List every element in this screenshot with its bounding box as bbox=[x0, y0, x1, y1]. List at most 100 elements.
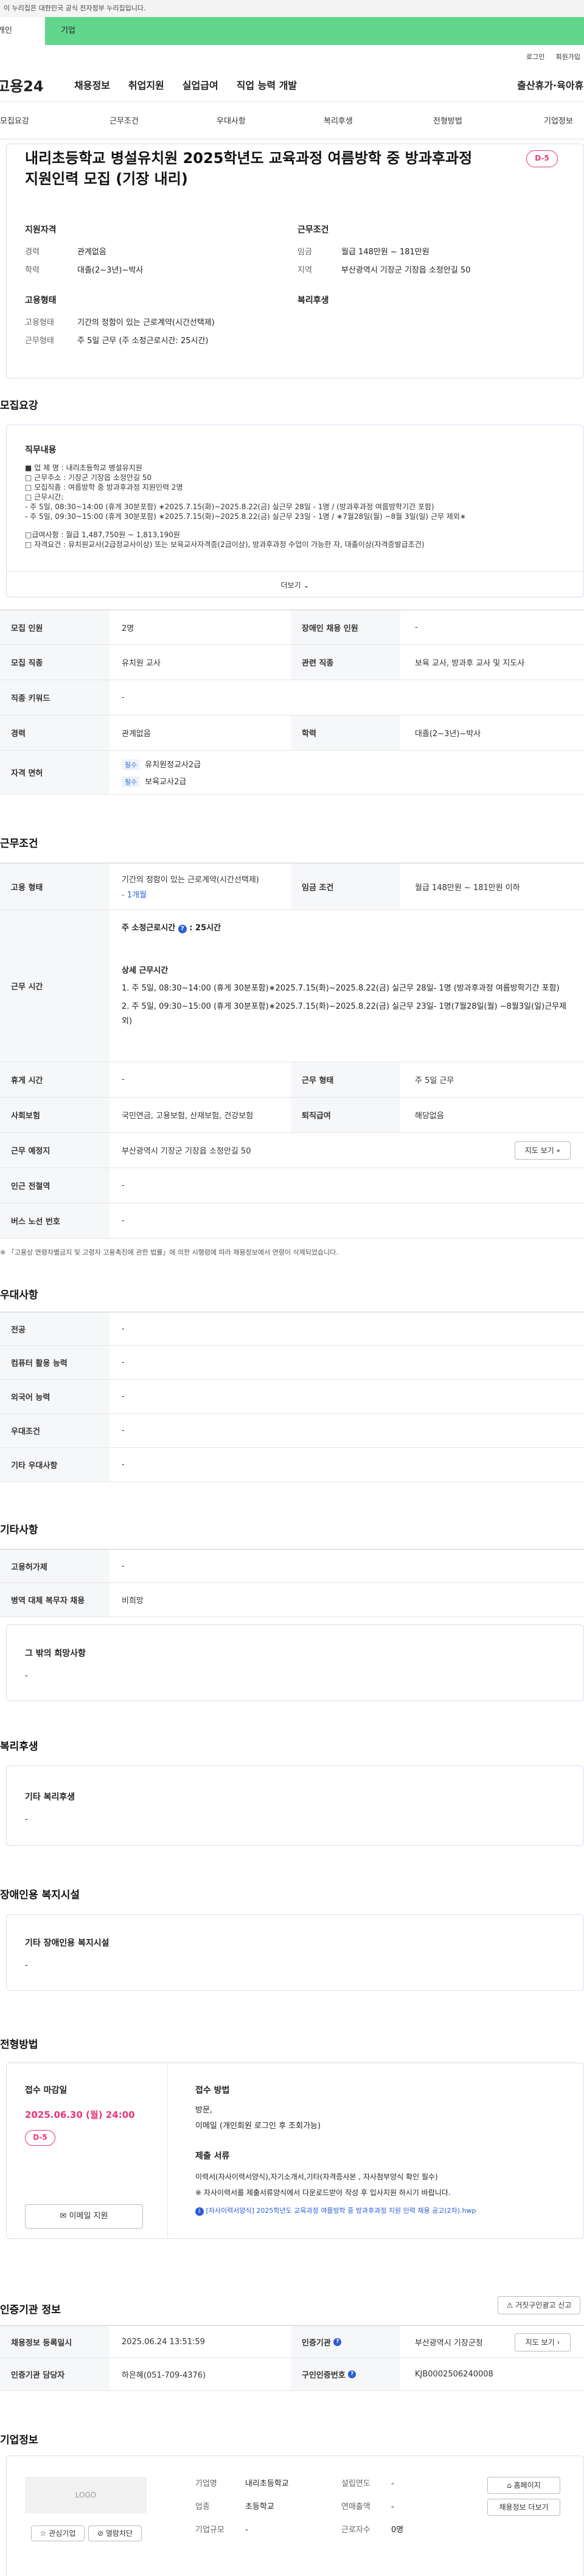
favorite-company-button[interactable]: ☆ 관심기업 bbox=[31, 2526, 85, 2541]
nav-jobs[interactable]: 채용정보 bbox=[74, 77, 110, 92]
recruit-row: 경력 관계없음 학력 대졸(2~3년)~박사 bbox=[0, 715, 584, 751]
homepage-button[interactable]: ⌂ 홈페이지 bbox=[487, 2477, 560, 2494]
docs-file-link[interactable]: ⇩ [자사이력서양식] 2025학년도 교육과정 여름방학 중 방과후과정 지원… bbox=[195, 2205, 476, 2216]
wage-row: 임금 월급 148만원 ~ 181만원 bbox=[297, 245, 429, 257]
section-nav: 모집요강 근무조건 우대사항 복리후생 전형방법 기업정보 bbox=[0, 102, 584, 139]
recruit-row: 직종 키워드 - bbox=[0, 680, 584, 715]
recruit-row: 모집 직종 유치원 교사 관련 직종 보육 교사, 방과후 교사 및 지도사 bbox=[0, 645, 584, 680]
cert-no-label: 구인인증번호 ? bbox=[291, 2358, 400, 2390]
prefer-section-title: 우대사항 bbox=[0, 1289, 38, 1301]
nav-employment-support[interactable]: 취업지원 bbox=[128, 77, 164, 92]
home-icon: ⌂ bbox=[507, 2481, 512, 2490]
nav-vocational-training[interactable]: 직업 능력 개발 bbox=[237, 77, 297, 92]
agency-map-button[interactable]: 지도 보기 › bbox=[515, 2333, 571, 2351]
established-value: - bbox=[391, 2479, 394, 2488]
docs-value: 이력서(자사이력서양식),자기소개서,기타(자격증사본 , 자사첨부양식 확인 … bbox=[195, 2173, 438, 2181]
agency-map-label: 지도 보기 bbox=[525, 2338, 555, 2347]
snav-process[interactable]: 전형방법 bbox=[433, 114, 462, 126]
tab-individual[interactable]: 개인 bbox=[0, 17, 45, 45]
sales-label: 연매출액 bbox=[341, 2502, 370, 2512]
license-item: 필수 유치원정교사2급 bbox=[122, 758, 201, 770]
welfare-title: 복리후생 bbox=[297, 296, 329, 305]
nav-unemployment-benefit[interactable]: 실업급여 bbox=[182, 77, 218, 92]
company-section-title: 기업정보 bbox=[0, 2434, 38, 2446]
region-label: 지역 bbox=[297, 266, 312, 275]
snav-company[interactable]: 기업정보 bbox=[544, 114, 573, 126]
work-hours-label: 근무형태 bbox=[25, 336, 54, 346]
education-value: 대졸(2~3년)~박사 bbox=[77, 266, 144, 275]
detail-line: 1. 주 5일, 08:30~14:00 (휴게 30분포함)∗2025.7.1… bbox=[122, 984, 560, 993]
employees-value: 0명 bbox=[391, 2526, 404, 2535]
agency-section-title: 인증기관 정보 bbox=[0, 2304, 61, 2316]
block-view-button[interactable]: ⊘ 열람차단 bbox=[88, 2526, 142, 2541]
cert-no-value: KJB0002506240008 bbox=[415, 2370, 493, 2379]
disability-box-title: 기타 장애인용 복지시설 bbox=[25, 1938, 109, 1948]
utility-bar: 로그인 회원가입 bbox=[0, 45, 584, 68]
welfare-box: 기타 복리후생 - bbox=[6, 1766, 584, 1846]
emp-label: 고용 형태 bbox=[0, 863, 109, 910]
row-label: 장애인 채용 인원 bbox=[291, 610, 400, 644]
work-row: 인근 전철역 - bbox=[0, 1168, 584, 1203]
form-label: 근무 형태 bbox=[291, 1062, 400, 1097]
join-link[interactable]: 회원가입 bbox=[556, 52, 580, 61]
form-value: 주 5일 근무 bbox=[415, 1076, 454, 1085]
license-row: 자격 면허 필수 유치원정교사2급 필수 보육교사2급 bbox=[0, 751, 584, 795]
etc-value: - bbox=[122, 1561, 125, 1571]
snav-recruit[interactable]: 모집요강 bbox=[0, 114, 29, 126]
row-value: - bbox=[122, 693, 125, 702]
prefer-value: - bbox=[122, 1460, 125, 1469]
wage-value: 월급 148만원 ~ 181만원 bbox=[341, 248, 429, 257]
info-icon[interactable]: ? bbox=[333, 2338, 342, 2346]
nav-maternity-leave[interactable]: 출산휴가·육아휴직 bbox=[517, 77, 584, 92]
work-row: 근무 예정지 부산광역시 기장군 기장읍 소정안길 50 지도 보기 ⌖ bbox=[0, 1133, 584, 1168]
other-wish-value: - bbox=[25, 1671, 28, 1680]
homepage-label: 홈페이지 bbox=[513, 2481, 541, 2490]
docs-file-name: [자사이력서양식] 2025학년도 교육과정 여름방학 중 방과후과정 지원 인… bbox=[206, 2207, 476, 2215]
row-label: 직종 키워드 bbox=[0, 680, 109, 715]
welfare-box-title: 기타 복리후생 bbox=[25, 1792, 75, 1802]
work-row: 고용 형태 기간의 정함이 있는 근로계약(시간선택제) - 1개월 임금 조건 … bbox=[0, 863, 584, 910]
false-ad-report-button[interactable]: ⚠ 거짓구인광고 신고 bbox=[498, 2296, 580, 2314]
tab-company[interactable]: 기업 bbox=[45, 17, 584, 45]
snav-prefer[interactable]: 우대사항 bbox=[217, 114, 246, 126]
login-link[interactable]: 로그인 bbox=[526, 52, 544, 61]
more-jobs-button[interactable]: 채용정보 더보기 bbox=[487, 2499, 560, 2516]
info-icon[interactable]: ? bbox=[348, 2370, 356, 2378]
mail-icon: ✉ bbox=[60, 2212, 67, 2221]
etc-row: 병역 대체 복무자 채용 비희망 bbox=[0, 1583, 584, 1617]
org-value: 부산광역시 기장군청 bbox=[415, 2338, 483, 2348]
duty-line: ■ 업 제 명 : 내리초등학교 병설유치원 bbox=[25, 464, 142, 472]
email-apply-button[interactable]: ✉ 이메일 지원 bbox=[25, 2204, 143, 2229]
site-logo[interactable]: 고용24 bbox=[0, 74, 57, 96]
sales-value: - bbox=[391, 2502, 394, 2512]
block-icon: ⊘ bbox=[97, 2529, 104, 2538]
more-button[interactable]: 더보기 ⌄ bbox=[7, 571, 583, 598]
weekly-value: 25시간 bbox=[195, 924, 221, 933]
chevron-down-icon: ⌄ bbox=[303, 581, 310, 590]
industry-value: 초등학교 bbox=[245, 2502, 274, 2512]
row-value: 2명 bbox=[122, 624, 134, 633]
prefer-value: - bbox=[122, 1426, 125, 1435]
required-tag: 필수 bbox=[122, 759, 141, 770]
snav-work[interactable]: 근무조건 bbox=[109, 114, 139, 126]
map-button[interactable]: 지도 보기 ⌖ bbox=[515, 1141, 571, 1160]
prefer-label: 우대조건 bbox=[0, 1414, 109, 1447]
duty-line: □ 자격요건 : 유치원교사(2급정교사이상) 또는 보육교사자격증(2급이상)… bbox=[25, 540, 425, 549]
work-row: 휴게 시간 - 근무 형태 주 5일 근무 bbox=[0, 1062, 584, 1098]
docs-note: ※ 자사이력서를 제출서류양식에서 다운로드받아 작성 후 입사지원 하시기 바… bbox=[195, 2188, 451, 2197]
established-label: 설립연도 bbox=[341, 2479, 370, 2488]
prefer-label: 컴퓨터 활용 능력 bbox=[0, 1346, 109, 1379]
map-icon: ⌖ bbox=[556, 1146, 561, 1155]
work-hours-value: 주 5일 근무 (주 소정근로시간: 25시간) bbox=[77, 336, 209, 346]
duty-line: □ 근무주소 : 기장군 기장읍 소정안길 50 bbox=[25, 473, 152, 482]
org-label-text: 인증기관 bbox=[302, 2338, 331, 2348]
emp-value: 기간의 정함이 있는 근로계약(시간선택제) bbox=[122, 875, 259, 885]
employment-title: 고용형태 bbox=[25, 296, 57, 305]
license-item: 필수 보육교사2급 bbox=[122, 775, 186, 787]
info-icon[interactable]: ? bbox=[178, 925, 187, 933]
report-label: 거짓구인광고 신고 bbox=[515, 2301, 572, 2310]
wage-cond-label: 임금 조건 bbox=[291, 863, 400, 910]
snav-welfare[interactable]: 복리후생 bbox=[324, 114, 353, 126]
email-apply-label: 이메일 지원 bbox=[69, 2212, 108, 2221]
job-title: 내리초등학교 병설유치원 2025학년도 교육과정 여름방학 중 방과후과정 지… bbox=[25, 150, 473, 187]
